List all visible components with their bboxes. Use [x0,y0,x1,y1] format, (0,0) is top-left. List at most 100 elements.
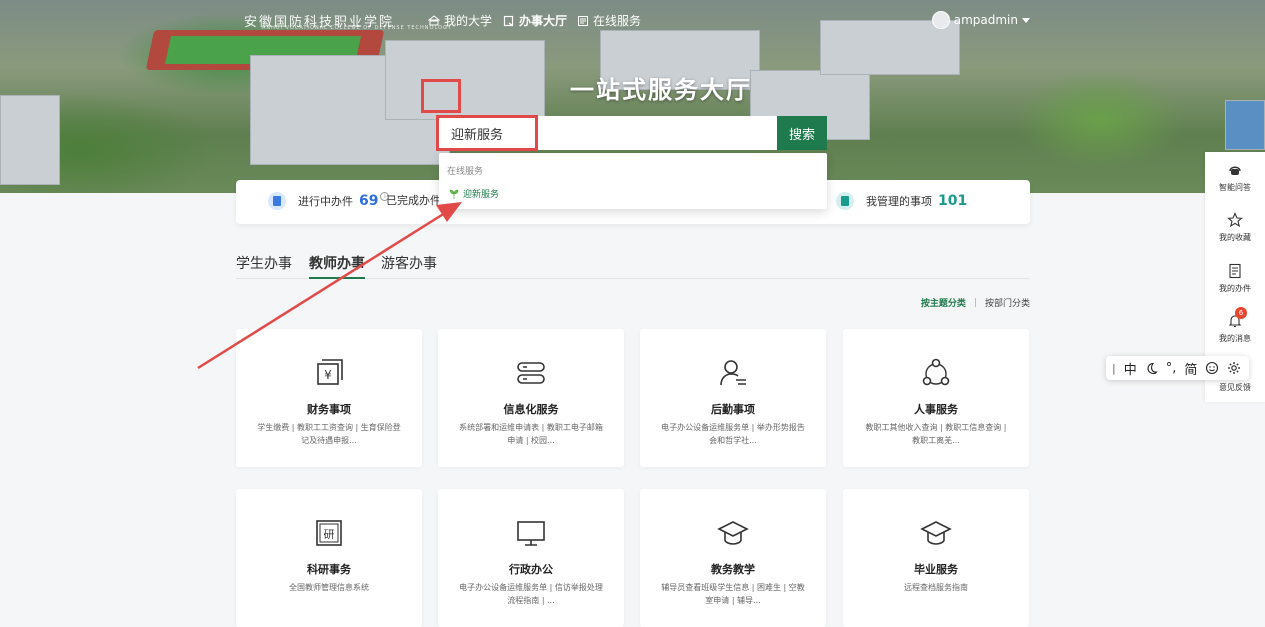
sidebar-item-favorites[interactable]: 我的收藏 [1205,212,1265,243]
moon-icon[interactable] [1145,362,1158,375]
logistics-icon [720,360,746,386]
sprout-icon [449,189,459,199]
avatar [931,11,950,29]
tab-teacher[interactable]: 教师办事 [309,253,365,279]
card-title: 人事服务 [914,403,958,416]
robot-icon [1229,166,1241,175]
search-suggestions: 在线服务 迎新服务 [439,153,827,209]
nav-my-university[interactable]: 我的大学 [428,12,492,29]
emoji-icon[interactable] [1205,361,1219,375]
sidebar-label: 意见反馈 [1219,383,1251,392]
search-bar: 搜索 [437,116,827,150]
tab-visitor[interactable]: 游客办事 [381,253,437,279]
ime-simplified[interactable]: 简 [1184,359,1197,378]
category-sort: 按主题分类 | 按部门分类 [921,296,1030,310]
sidebar-label: 我的收藏 [1219,233,1251,242]
stat-in-progress[interactable]: 进行中办件 69 i [268,191,390,210]
sidebar-label: 我的消息 [1219,334,1251,343]
search-button[interactable]: 搜索 [777,116,827,150]
finance-icon: ¥ [317,359,343,385]
nav-label: 在线服务 [593,14,642,28]
card-description: 系统部署和运维申请表 | 教职工电子邮箱申请 | 校园... [459,423,603,445]
card-title: 行政办公 [509,563,553,576]
nav-online-service[interactable]: 在线服务 [577,12,641,29]
card-description: 电子办公设备运维服务单 | 信访举报处理流程指南 | ... [459,583,603,605]
suggestion-item[interactable]: 迎新服务 [449,187,499,200]
monitor-icon [517,521,545,546]
tab-student[interactable]: 学生办事 [236,253,292,279]
card-description: 电子办公设备运维服务单 | 举办形势报告会和哲学社... [661,423,805,445]
service-card-finance[interactable]: ¥ 财务事项 学生缴费 | 教职工工资查询 | 生育保险登记及待遇申报... [236,329,422,467]
research-icon: 研 [316,520,342,546]
sidebar-label: 智能问答 [1219,183,1251,192]
card-title: 信息化服务 [503,403,559,416]
suggestion-group-label: 在线服务 [447,167,484,177]
sidebar-label: 我的办件 [1219,284,1251,293]
gear-icon[interactable] [1227,361,1241,375]
sort-by-theme[interactable]: 按主题分类 [921,296,966,309]
building [385,40,545,120]
ime-toolbar[interactable]: | 中 °, 简 [1106,356,1249,380]
building [1225,100,1265,150]
service-card-graduation[interactable]: 毕业服务 远程查档服务指南 [843,489,1029,627]
building [0,95,60,185]
sidebar-item-assistant[interactable]: 智能问答 [1205,162,1265,193]
chevron-down-icon [1022,17,1030,23]
graduation-cap-icon [920,521,952,545]
card-title: 科研事务 [307,563,351,576]
card-description: 辅导员查看班级学生信息 | 困难生 | 空教室申请 | 辅导... [661,583,805,605]
svg-text:¥: ¥ [324,368,332,382]
stat-label: 进行中办件 [298,195,353,208]
service-card-logistics[interactable]: 后勤事项 电子办公设备运维服务单 | 举办形势报告会和哲学社... [640,329,826,467]
svg-text:研: 研 [324,528,335,541]
card-description: 远程查档服务指南 [904,583,968,592]
user-menu[interactable]: ampadmin [931,11,1030,29]
sidebar-item-messages[interactable]: 6 我的消息 [1205,307,1265,344]
document-icon [1229,263,1241,279]
university-icon [428,14,440,25]
service-card-personnel[interactable]: 人事服务 教职工其他收入查询 | 教职工信息查询 | 教职工离羌... [843,329,1029,467]
sidebar-item-feedback[interactable]: 意见反馈 [1205,382,1265,393]
username: ampadmin [953,13,1018,27]
clipboard-icon [268,192,286,210]
service-card-research[interactable]: 研 科研事务 全国教师管理信息系统 [236,489,422,627]
service-card-it[interactable]: 信息化服务 系统部署和运维申请表 | 教职工电子邮箱申请 | 校园... [438,329,624,467]
highlight-box [421,79,461,113]
stat-label: 已完成办件 [386,194,441,207]
card-description: 学生缴费 | 教职工工资查询 | 生育保险登记及待遇申报... [257,423,401,445]
stat-managed[interactable]: 我管理的事项 101 [836,192,967,210]
task-icon [836,192,854,210]
message-count-badge: 6 [1235,307,1247,319]
suggestion-label: 迎新服务 [463,190,500,200]
star-icon [1227,212,1243,228]
service-card-admin[interactable]: 行政办公 电子办公设备运维服务单 | 信访举报处理流程指南 | ... [438,489,624,627]
ime-mode-chinese[interactable]: 中 [1124,359,1137,378]
ime-grip: | [1112,361,1116,375]
search-input[interactable] [437,116,777,150]
stat-value: 101 [938,193,968,209]
top-navigation: 安徽国防科技职业学院 ANHUI VOCATIONAL COLLEGE OF D… [0,11,1265,31]
sort-by-department[interactable]: 按部门分类 [985,296,1030,309]
divider: | [973,297,977,308]
stat-completed[interactable]: 已完成办件 [386,192,441,208]
card-title: 财务事项 [307,403,351,416]
service-hall-icon [503,15,514,26]
page-title: 一站式服务大厅 [570,76,752,104]
sidebar-item-my-tasks[interactable]: 我的办件 [1205,263,1265,294]
graduation-cap-icon [717,521,749,545]
personnel-icon [922,358,950,386]
nav-label: 我的大学 [444,14,493,28]
card-description: 全国教师管理信息系统 [289,583,369,592]
nav-service-hall[interactable]: 办事大厅 [503,12,567,29]
card-description: 教职工其他收入查询 | 教职工信息查询 | 教职工离羌... [865,423,1007,445]
ime-punctuation[interactable]: °, [1166,361,1177,376]
service-card-teaching[interactable]: 教务教学 辅导员查看班级学生信息 | 困难生 | 空教室申请 | 辅导... [640,489,826,627]
stat-value: 69 [359,193,379,209]
online-service-icon [578,15,588,26]
server-icon [517,362,545,384]
card-title: 教务教学 [711,563,755,576]
school-logo-subtitle: ANHUI VOCATIONAL COLLEGE OF DEFENSE TECH… [262,25,452,31]
nav-label: 办事大厅 [519,14,568,28]
stat-label: 我管理的事项 [866,195,932,208]
card-title: 后勤事项 [711,403,755,416]
